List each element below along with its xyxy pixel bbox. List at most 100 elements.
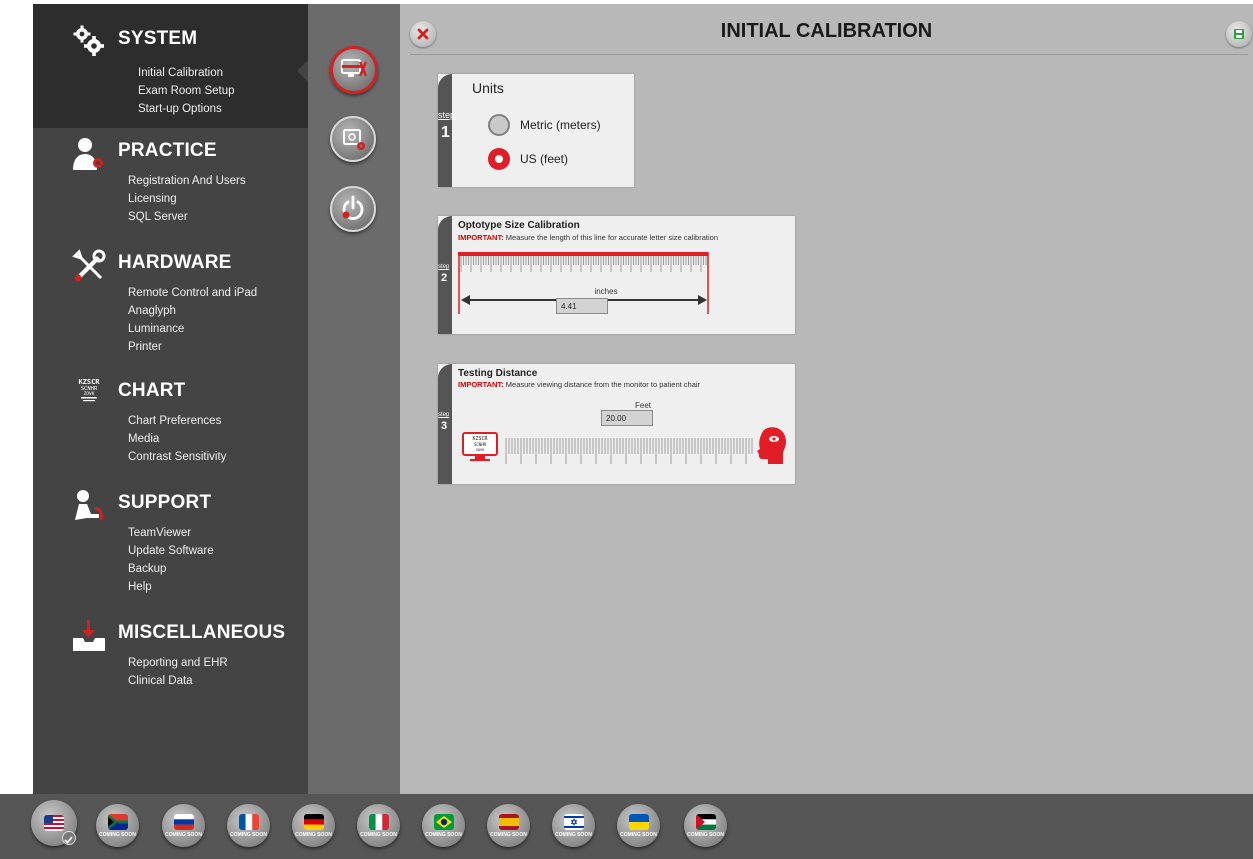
optotype-title: Optotype Size Calibration: [458, 220, 580, 231]
monitor-chart-letters-3: ZOVK: [476, 448, 485, 452]
sidebar-item-clinical-data[interactable]: Clinical Data: [128, 672, 228, 690]
step3-testing-distance-card: step 3 Testing Distance IMPORTANT: Measu…: [438, 364, 795, 484]
flag-palestine-button[interactable]: COMING SOON: [684, 804, 727, 847]
subpage-icon-column: [308, 4, 400, 794]
step1-units-card: step 1 Units Metric (meters) US (feet): [438, 74, 634, 187]
section-title-miscellaneous[interactable]: MISCELLANEOUS: [118, 622, 285, 644]
important-text: Measure the length of this line for accu…: [505, 233, 718, 242]
sidebar-item-printer[interactable]: Printer: [128, 338, 257, 356]
svg-text:KZSCR: KZSCR: [78, 378, 100, 386]
flag-france-button[interactable]: COMING SOON: [227, 804, 270, 847]
tools-icon: [71, 248, 107, 284]
main-panel: INITIAL CALIBRATION step 1 Units Metric …: [400, 4, 1253, 794]
distance-ruler: [505, 438, 753, 464]
section-title-practice[interactable]: PRACTICE: [118, 140, 217, 162]
monitor-ruler-icon: [341, 59, 368, 77]
coming-soon-label: COMING SOON: [490, 832, 527, 838]
flag-ukraine-icon: [629, 814, 649, 830]
active-item-pointer: [297, 60, 308, 82]
sidebar-item-remote-control-and-ipad[interactable]: Remote Control and iPad: [128, 284, 257, 302]
room-gear-icon: [343, 129, 365, 150]
flag-us-icon: [44, 815, 64, 831]
coming-soon-label: COMING SOON: [620, 832, 657, 838]
step-word: step: [438, 110, 456, 120]
coming-soon-label: COMING SOON: [230, 832, 267, 838]
monitor-chart-icon: KZSCR SCNHR ZOVK: [462, 432, 498, 462]
coming-soon-label: COMING SOON: [425, 832, 462, 838]
flag-spain-button[interactable]: COMING SOON: [487, 804, 530, 847]
svg-text:ZOVK: ZOVK: [84, 391, 95, 397]
section-title-support[interactable]: SUPPORT: [118, 492, 211, 514]
section-title-hardware[interactable]: HARDWARE: [118, 252, 232, 274]
flag-spain-icon: [499, 814, 519, 830]
support-icon: [71, 488, 107, 524]
flag-germany-button[interactable]: COMING SOON: [292, 804, 335, 847]
sidebar-item-luminance[interactable]: Luminance: [128, 320, 257, 338]
optotype-length-input[interactable]: 4.41: [556, 298, 608, 314]
sidebar-item-teamviewer[interactable]: TeamViewer: [128, 524, 214, 542]
sidebar-item-initial-calibration[interactable]: Initial Calibration: [138, 64, 235, 82]
sidebar-item-start-up-options[interactable]: Start-up Options: [138, 100, 235, 118]
power-icon: [342, 195, 364, 220]
distance-important-note: IMPORTANT: Measure viewing distance from…: [458, 380, 700, 389]
flag-brazil-button[interactable]: COMING SOON: [422, 804, 465, 847]
flag-ukraine-button[interactable]: COMING SOON: [617, 804, 660, 847]
section-title-system[interactable]: SYSTEM: [118, 28, 197, 50]
coming-soon-label: COMING SOON: [165, 832, 202, 838]
step2-optotype-card: step 2 Optotype Size Calibration IMPORTA…: [438, 216, 795, 334]
sidebar-item-licensing[interactable]: Licensing: [128, 190, 246, 208]
flag-south-africa-button[interactable]: COMING SOON: [96, 804, 139, 847]
important-text: Measure viewing distance from the monito…: [505, 380, 701, 389]
sidebar-item-help[interactable]: Help: [128, 578, 214, 596]
optotype-important-note: IMPORTANT: Measure the length of this li…: [458, 233, 718, 242]
flag-israel-button[interactable]: COMING SOON: [552, 804, 595, 847]
sidebar-item-sql-server[interactable]: SQL Server: [128, 208, 246, 226]
sidebar-item-anaglyph[interactable]: Anaglyph: [128, 302, 257, 320]
units-title: Units: [472, 80, 504, 96]
user-gear-icon: [71, 136, 107, 172]
testing-distance-input[interactable]: 20.00: [601, 410, 653, 426]
selected-check-icon: [62, 831, 76, 845]
sidebar-item-chart-preferences[interactable]: Chart Preferences: [128, 412, 226, 430]
flag-russia-button[interactable]: COMING SOON: [162, 804, 205, 847]
important-label: IMPORTANT:: [458, 233, 504, 242]
title-divider: [410, 54, 1248, 55]
save-button[interactable]: [1226, 21, 1252, 47]
patient-head-icon: [756, 426, 790, 466]
flag-us-button[interactable]: [31, 800, 77, 846]
step-number: 1: [441, 124, 450, 141]
sidebar-item-contrast-sensitivity[interactable]: Contrast Sensitivity: [128, 448, 226, 466]
download-tray-icon: [71, 618, 107, 654]
step-number: 3: [441, 420, 448, 432]
flag-germany-icon: [304, 814, 324, 830]
sidebar-item-backup[interactable]: Backup: [128, 560, 214, 578]
flag-italy-icon: [369, 814, 389, 830]
flag-russia-icon: [174, 814, 194, 830]
save-icon: [1234, 29, 1244, 39]
radio-label-metric: Metric (meters): [520, 118, 601, 132]
section-title-chart[interactable]: CHART: [118, 380, 186, 402]
inches-label: inches: [594, 287, 618, 296]
units-option-metric[interactable]: Metric (meters): [488, 114, 601, 136]
testing-distance-title: Testing Distance: [458, 368, 538, 379]
radio-us-selected[interactable]: [488, 148, 510, 170]
coming-soon-label: COMING SOON: [99, 832, 136, 838]
sidebar-item-exam-room-setup[interactable]: Exam Room Setup: [138, 82, 235, 100]
eye-chart-icon: KZSCR SCNHR ZOVK: [71, 376, 107, 412]
units-option-us[interactable]: US (feet): [488, 148, 568, 170]
monitor-chart-letters-2: SCNHR: [474, 442, 487, 447]
calibration-monitor-button[interactable]: [330, 46, 378, 94]
flag-italy-button[interactable]: COMING SOON: [357, 804, 400, 847]
step-word: step: [438, 412, 450, 418]
sidebar-item-reporting-and-ehr[interactable]: Reporting and EHR: [128, 654, 228, 672]
exam-room-setup-button[interactable]: [330, 116, 376, 162]
coming-soon-label: COMING SOON: [687, 832, 724, 838]
start-up-options-button[interactable]: [330, 186, 376, 232]
sidebar-item-media[interactable]: Media: [128, 430, 226, 448]
feet-label: Feet: [634, 401, 651, 410]
sidebar-item-registration-and-users[interactable]: Registration And Users: [128, 172, 246, 190]
sidebar-item-update-software[interactable]: Update Software: [128, 542, 214, 560]
coming-soon-label: COMING SOON: [360, 832, 397, 838]
radio-metric[interactable]: [488, 114, 510, 136]
radio-label-us: US (feet): [520, 152, 569, 166]
